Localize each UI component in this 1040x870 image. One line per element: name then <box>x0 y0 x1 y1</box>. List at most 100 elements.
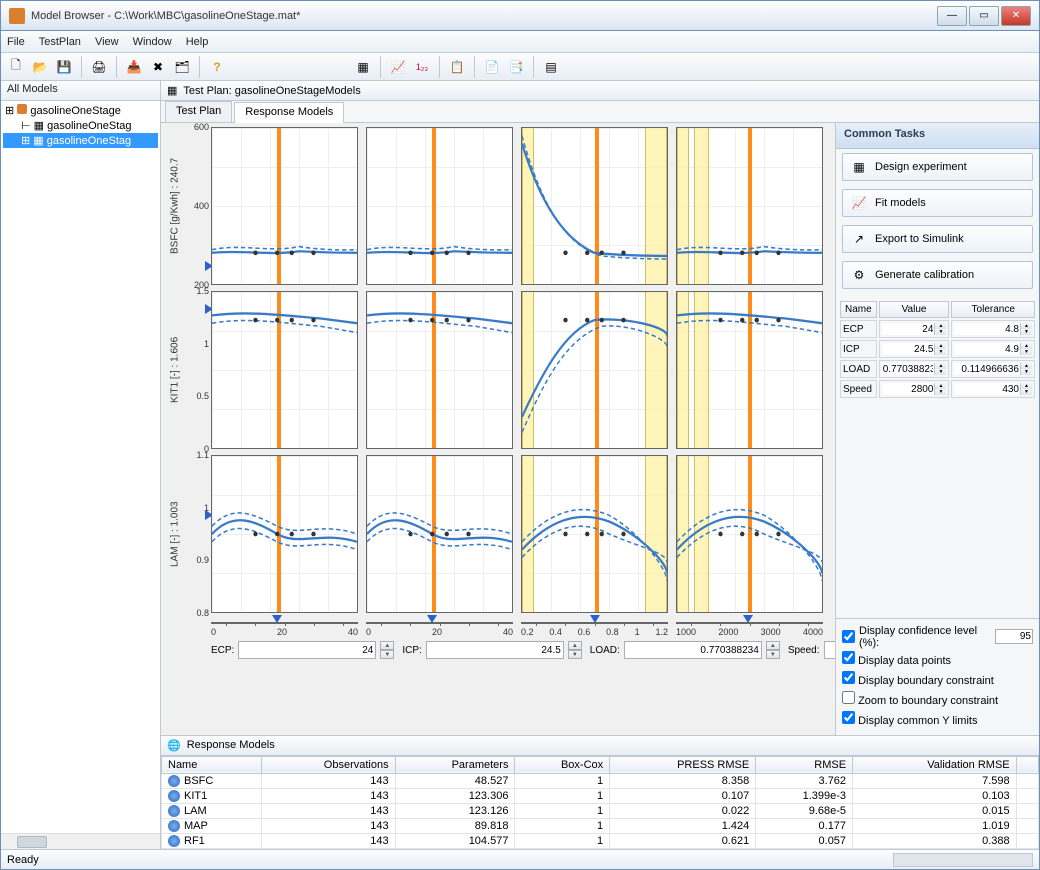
task-label: Design experiment <box>875 161 967 173</box>
import-icon[interactable]: 📥 <box>123 56 145 78</box>
spinner[interactable]: ▲▼ <box>934 323 946 335</box>
minimize-button[interactable]: — <box>937 6 967 26</box>
tree-child-2[interactable]: ⊞ ▦ gasolineOneStag <box>3 133 158 148</box>
table-row[interactable]: LAM143123.12610.0229.68e-50.015 <box>162 803 1039 818</box>
copy-icon[interactable]: 📋 <box>446 56 468 78</box>
spinner[interactable]: ▲▼ <box>1020 363 1032 375</box>
display-options: Display confidence level (%): Display da… <box>836 618 1039 735</box>
toolbar: 🗋 📂 💾 🖨 📥 ✖ 🗂 ? ▦ 📈 1₂₃ 📋 📄 📑 ▤ <box>1 53 1039 81</box>
maximize-button[interactable]: ▭ <box>969 6 999 26</box>
save-icon[interactable]: 💾 <box>53 56 75 78</box>
table-row[interactable]: RF1143104.57710.6210.0570.388 <box>162 833 1039 848</box>
spinner[interactable]: ▲▼ <box>1020 323 1032 335</box>
param-value-load[interactable] <box>882 363 935 375</box>
menu-view[interactable]: View <box>95 36 119 48</box>
chart-icon[interactable]: 📈 <box>387 56 409 78</box>
sheet2-icon[interactable]: 📑 <box>505 56 527 78</box>
spinner[interactable]: ▲▼ <box>766 641 780 659</box>
param-tol-speed[interactable] <box>954 383 1020 395</box>
spinner[interactable]: ▲▼ <box>1020 383 1032 395</box>
open-icon[interactable]: 📂 <box>29 56 51 78</box>
param-value-ecp[interactable] <box>882 323 935 335</box>
task-design-experiment[interactable]: ▦Design experiment <box>842 153 1033 181</box>
parameter-table[interactable]: NameValueToleranceECP▲▼▲▼ICP▲▼▲▼LOAD▲▼▲▼… <box>838 299 1037 400</box>
spinner[interactable]: ▲▼ <box>568 641 582 659</box>
ylimits-label: Display common Y limits <box>858 715 977 727</box>
menu-testplan[interactable]: TestPlan <box>39 36 81 48</box>
task-generate-calibration[interactable]: ⚙Generate calibration <box>842 261 1033 289</box>
confidence-checkbox[interactable] <box>842 630 855 643</box>
tree-hscroll[interactable] <box>1 833 160 849</box>
param-value-speed[interactable] <box>882 383 935 395</box>
chart-cell[interactable] <box>211 291 358 449</box>
chart-cell[interactable] <box>211 455 358 613</box>
confidence-label: Display confidence level (%): <box>859 625 991 649</box>
tree-child-1[interactable]: ⊢ ▦ gasolineOneStag <box>3 118 158 133</box>
task-export-simulink[interactable]: ↗Export to Simulink <box>842 225 1033 253</box>
close-button[interactable]: ✕ <box>1001 6 1031 26</box>
task-fit-models[interactable]: 📈Fit models <box>842 189 1033 217</box>
chart-cell[interactable] <box>676 127 823 285</box>
spinner[interactable]: ▲▼ <box>934 383 946 395</box>
status-text: Ready <box>7 854 39 866</box>
y-axis-label: LAM [-] : 1.003 <box>165 455 185 613</box>
var-input-ecp[interactable] <box>238 641 376 659</box>
datapoints-checkbox[interactable] <box>842 651 855 664</box>
left-pane: All Models ⊞ gasolineOneStage ⊢ ▦ gasoli… <box>1 81 161 849</box>
spinner[interactable]: ▲▼ <box>934 343 946 355</box>
response-models-table[interactable]: NameObservationsParametersBox-CoxPRESS R… <box>161 756 1039 849</box>
table-icon[interactable]: ▤ <box>540 56 562 78</box>
tree-root[interactable]: ⊞ gasolineOneStage <box>3 103 158 118</box>
spinner[interactable]: ▲▼ <box>934 363 946 375</box>
model-tree[interactable]: ⊞ gasolineOneStage ⊢ ▦ gasolineOneStag ⊞… <box>1 101 160 833</box>
param-tol-icp[interactable] <box>954 343 1020 355</box>
chart-cell[interactable] <box>676 455 823 613</box>
param-tol-ecp[interactable] <box>954 323 1020 335</box>
boundary-checkbox[interactable] <box>842 671 855 684</box>
statusbar: Ready <box>1 849 1039 869</box>
chart-cell[interactable] <box>366 127 513 285</box>
tab-testplan[interactable]: Test Plan <box>165 101 232 122</box>
table-row[interactable]: KIT1143123.30610.1071.399e-30.103 <box>162 788 1039 803</box>
param-value-icp[interactable] <box>882 343 935 355</box>
design-icon[interactable]: ▦ <box>352 56 374 78</box>
confidence-input[interactable] <box>995 629 1033 644</box>
response-icon: 🌐 <box>167 739 181 752</box>
new-icon[interactable]: 🗋 <box>5 56 27 78</box>
chart-cell[interactable] <box>366 455 513 613</box>
tab-responsemodels[interactable]: Response Models <box>234 102 344 123</box>
bottom-pane: 🌐 Response Models NameObservationsParame… <box>161 735 1039 849</box>
var-input-icp[interactable] <box>426 641 564 659</box>
folder-icon[interactable]: 🗂 <box>171 56 193 78</box>
chart-cell[interactable] <box>521 455 668 613</box>
param-tol-load[interactable] <box>954 363 1020 375</box>
menu-file[interactable]: File <box>7 36 25 48</box>
help-icon[interactable]: ? <box>206 56 228 78</box>
chart-cell[interactable] <box>366 291 513 449</box>
spinner[interactable]: ▲▼ <box>1020 343 1032 355</box>
ylimits-checkbox[interactable] <box>842 711 855 724</box>
chart-cell[interactable] <box>676 291 823 449</box>
var-input-speed[interactable] <box>824 641 835 659</box>
delete-icon[interactable]: ✖ <box>147 56 169 78</box>
print-icon[interactable]: 🖨 <box>88 56 110 78</box>
chart-cell[interactable] <box>211 127 358 285</box>
task-label: Export to Simulink <box>875 233 964 245</box>
zoom-checkbox[interactable] <box>842 691 855 704</box>
chart-cell[interactable] <box>521 291 668 449</box>
numeric-icon[interactable]: 1₂₃ <box>411 56 433 78</box>
testplan-icon: ▦ <box>167 84 177 97</box>
table-row[interactable]: BSFC14348.52718.3583.7627.598 <box>162 773 1039 788</box>
response-models-header: 🌐 Response Models <box>161 736 1039 756</box>
spinner[interactable]: ▲▼ <box>380 641 394 659</box>
menu-window[interactable]: Window <box>133 36 172 48</box>
chart-cell[interactable] <box>521 127 668 285</box>
sheet1-icon[interactable]: 📄 <box>481 56 503 78</box>
titlebar[interactable]: Model Browser - C:\Work\MBC\gasolineOneS… <box>1 1 1039 31</box>
var-input-load[interactable] <box>624 641 762 659</box>
table-row[interactable]: MAP14389.81811.4240.1771.019 <box>162 818 1039 833</box>
menu-help[interactable]: Help <box>186 36 209 48</box>
y-axis-label: BSFC [g/Kwh] : 240.7 <box>165 127 185 285</box>
left-pane-title: All Models <box>1 81 160 101</box>
response-models-title: Response Models <box>187 739 275 751</box>
